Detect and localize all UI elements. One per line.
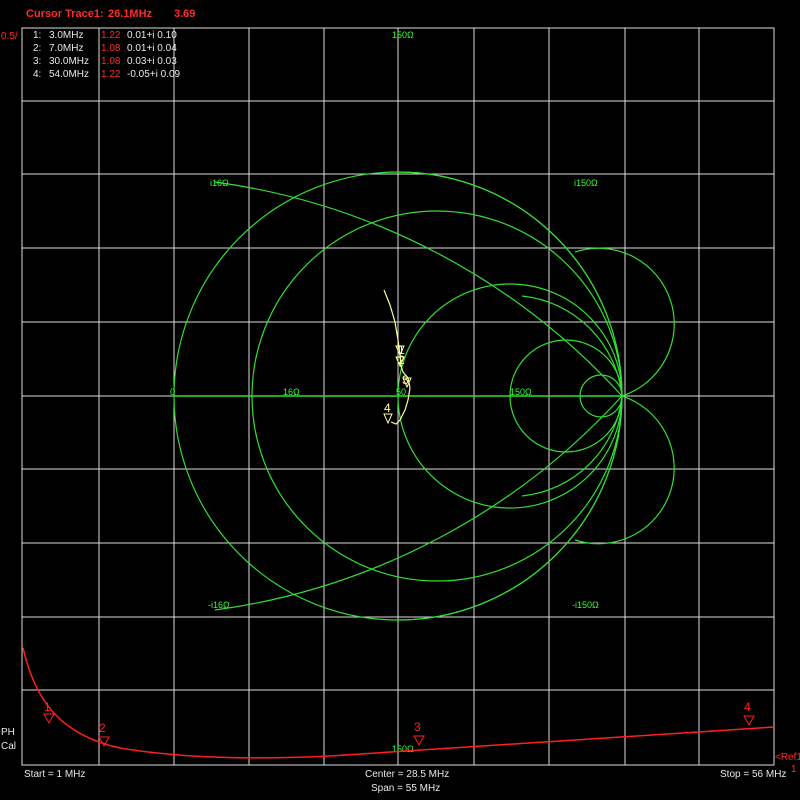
smith-label-top: 150Ω <box>392 30 414 40</box>
smith-marker-labels: 1 2 3 4 <box>384 343 409 415</box>
smith-label-upper-right: i150Ω <box>574 178 598 188</box>
swr-marker-label-4: 4 <box>744 700 751 714</box>
ph-label: PH <box>1 727 15 738</box>
cursor-value: 3.69 <box>174 8 196 20</box>
marker-row: 4: 54.0MHz 1.22 -0.05+i 0.09 <box>0 69 200 81</box>
cursor-title: Cursor Trace1: <box>26 8 104 20</box>
swr-marker-label-1: 1 <box>44 700 51 714</box>
center-frequency: Center = 28.5 MHz <box>365 769 450 780</box>
swr-marker-label-2: 2 <box>99 721 106 735</box>
swr-marker-glyphs <box>43 713 755 748</box>
marker-index: 1: <box>33 30 42 41</box>
marker-impedance: -0.05+i 0.09 <box>127 69 181 80</box>
marker-row: 2: 7.0MHz 1.08 0.01+i 0.04 <box>0 43 200 55</box>
smith-label-bottom: 150Ω <box>392 744 414 754</box>
smith-marker-4 <box>383 413 393 425</box>
smith-labels: 150Ω 150Ω 0 16Ω 50 150Ω i16Ω i150Ω -i16Ω… <box>170 30 599 754</box>
smith-label-lower-left: -i16Ω <box>208 600 230 610</box>
marker-index: 2: <box>33 43 42 54</box>
marker-frequency: 30.0MHz <box>49 56 90 67</box>
start-frequency: Start = 1 MHz <box>24 769 86 780</box>
marker-impedance: 0.01+i 0.10 <box>127 30 177 41</box>
ref-label: <Ref1 <box>775 752 800 763</box>
ref-value: 1 <box>791 764 797 775</box>
marker-impedance: 0.03+i 0.03 <box>127 56 177 67</box>
cursor-frequency: 26.1MHz <box>108 8 153 20</box>
smith-label-zero: 0 <box>170 387 175 397</box>
span-frequency: Span = 55 MHz <box>371 783 441 794</box>
smith-label-r50: 50 <box>396 387 406 397</box>
swr-marker-4 <box>743 715 755 727</box>
swr-marker-3 <box>413 735 425 747</box>
marker-frequency: 7.0MHz <box>49 43 84 54</box>
stop-frequency: Stop = 56 MHz <box>720 769 787 780</box>
swr-marker-1 <box>43 713 55 725</box>
smith-label-r150: 150Ω <box>510 387 532 397</box>
marker-impedance: 0.01+i 0.04 <box>127 43 177 54</box>
marker-swr: 1.22 <box>101 69 121 80</box>
marker-swr: 1.08 <box>101 43 121 54</box>
smith-label-upper-left: i16Ω <box>210 178 229 188</box>
marker-row: 3: 30.0MHz 1.08 0.03+i 0.03 <box>0 56 200 68</box>
cal-label: Cal <box>1 741 17 752</box>
marker-swr: 1.08 <box>101 56 121 67</box>
reactance-arc-n16 <box>214 395 623 611</box>
smith-label-r16: 16Ω <box>283 387 300 397</box>
reactance-arc-16 <box>214 181 623 397</box>
marker-index: 4: <box>33 69 42 80</box>
marker-row: 1: 3.0MHz 1.22 0.01+i 0.10 <box>0 30 200 42</box>
smith-marker-label-3: 3 <box>402 373 409 387</box>
swr-marker-label-3: 3 <box>414 720 421 734</box>
marker-frequency: 3.0MHz <box>49 30 84 41</box>
smith-marker-label-2: 2 <box>398 353 405 367</box>
smith-label-lower-right: -i150Ω <box>572 600 599 610</box>
plot-svg: 150Ω 150Ω 0 16Ω 50 150Ω i16Ω i150Ω -i16Ω… <box>21 27 775 766</box>
smith-marker-label-4: 4 <box>384 401 391 415</box>
analyzer-screen: 150Ω 150Ω 0 16Ω 50 150Ω i16Ω i150Ω -i16Ω… <box>0 0 800 800</box>
marker-index: 3: <box>33 56 42 67</box>
marker-frequency: 54.0MHz <box>49 69 90 80</box>
marker-swr: 1.22 <box>101 30 121 41</box>
